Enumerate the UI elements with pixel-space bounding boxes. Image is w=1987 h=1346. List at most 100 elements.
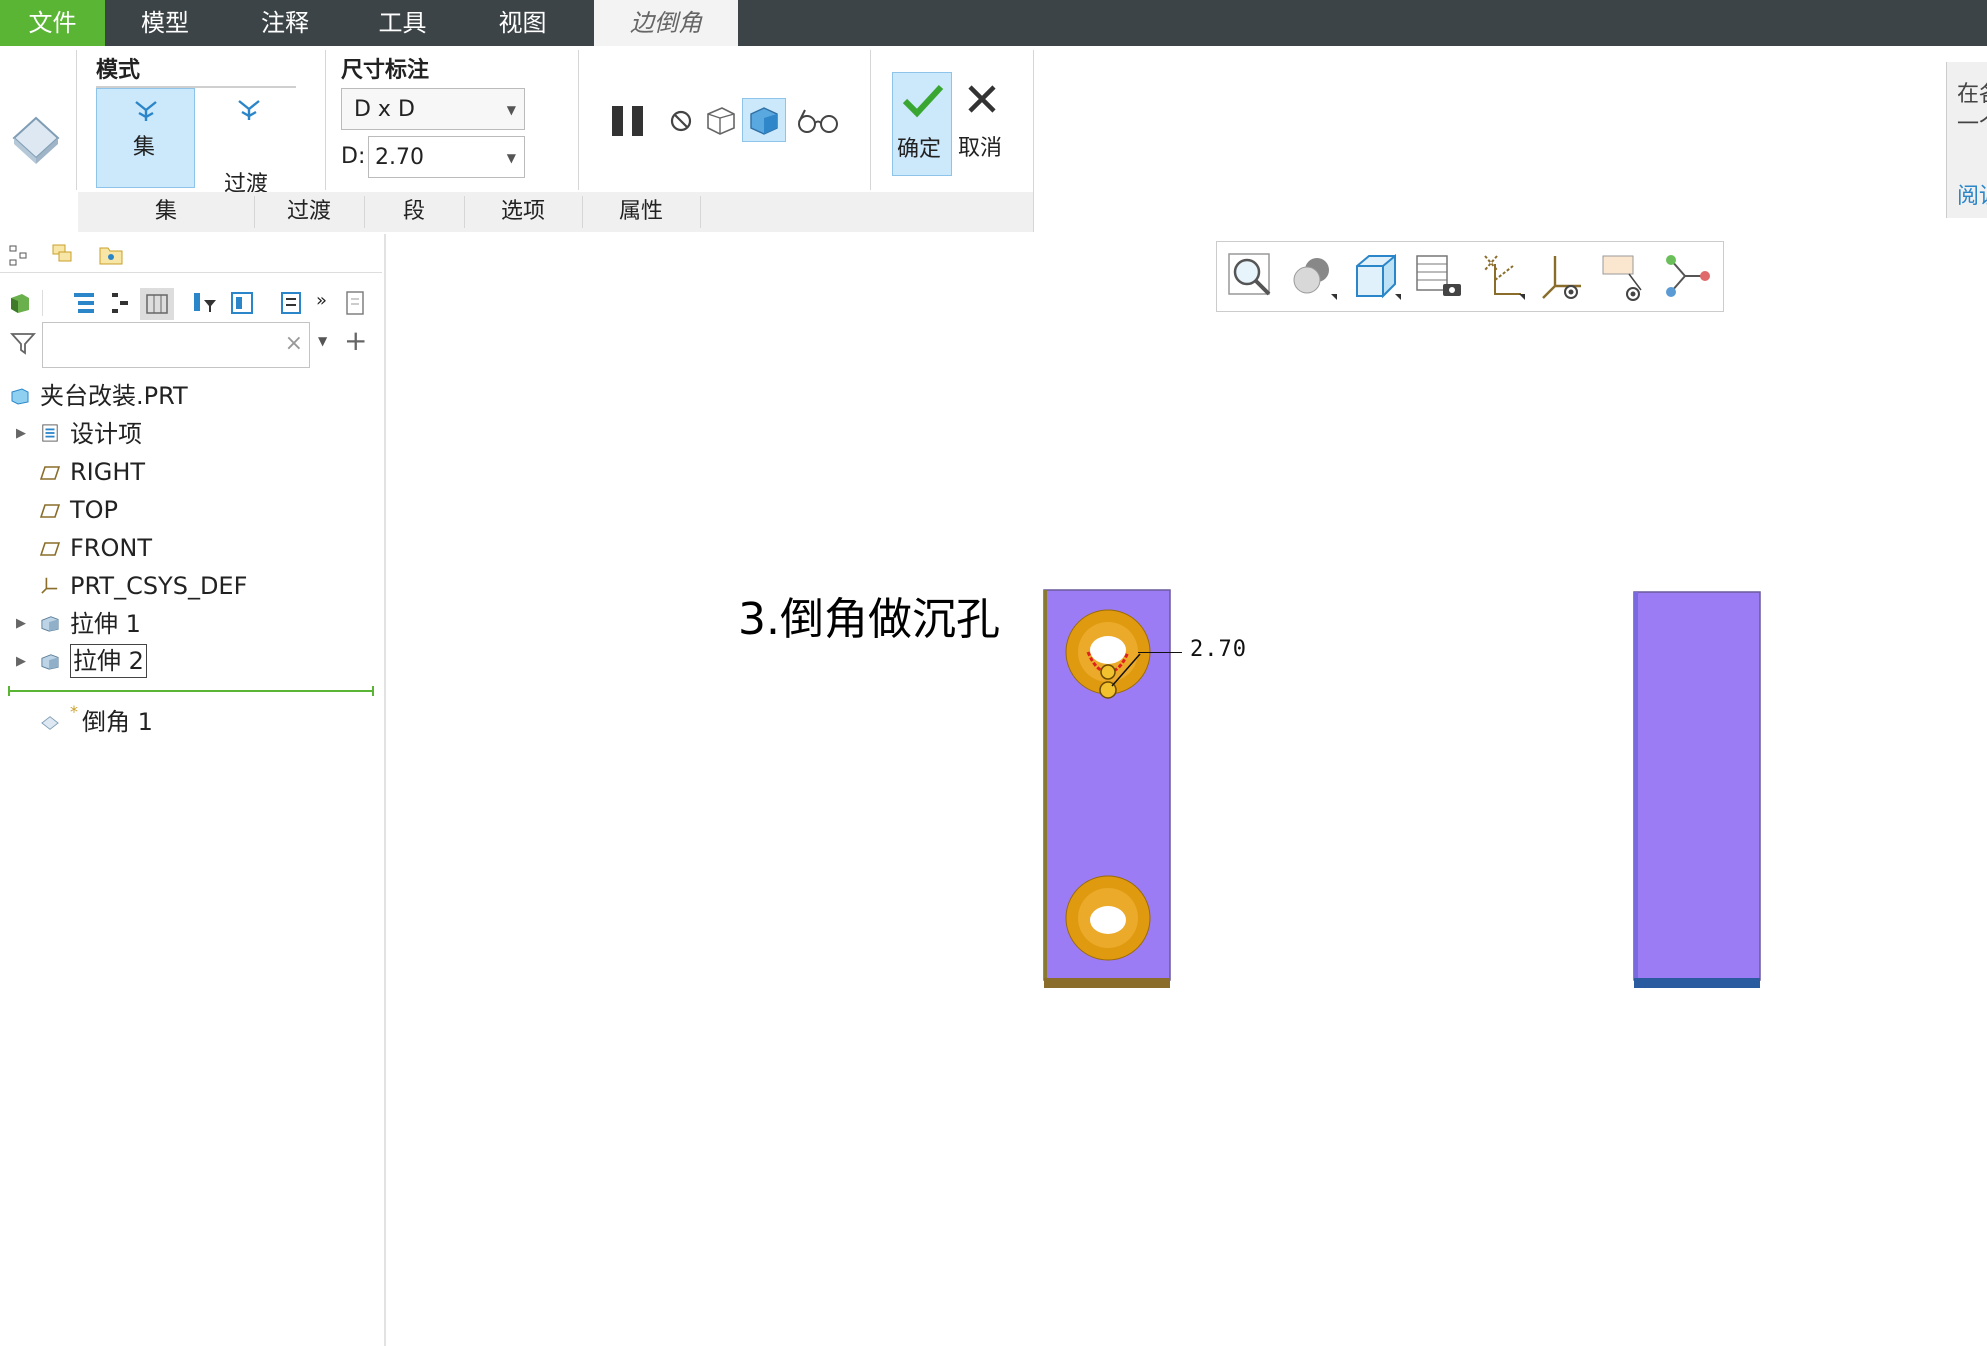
chevron-down-icon: ▼ bbox=[506, 151, 516, 165]
tab-properties[interactable]: 属性 bbox=[582, 192, 700, 232]
tree-display-icon[interactable] bbox=[280, 290, 302, 316]
search-dropdown-icon[interactable]: ▼ bbox=[318, 334, 327, 348]
document-icon[interactable] bbox=[344, 290, 368, 318]
extrude-icon bbox=[41, 654, 59, 670]
tree-columns-toggle[interactable] bbox=[140, 288, 174, 320]
more-chevron-icon[interactable]: » bbox=[316, 290, 327, 311]
view-toolbar bbox=[1216, 241, 1724, 312]
tab-options[interactable]: 选项 bbox=[464, 192, 582, 232]
pause-icon[interactable] bbox=[610, 102, 648, 140]
checkmark-icon bbox=[902, 84, 944, 118]
solid-preview-icon bbox=[750, 107, 778, 135]
cancel-button[interactable]: 取消 bbox=[956, 72, 1012, 176]
dimension-value-label[interactable]: 2.70 bbox=[1190, 637, 1247, 662]
design-items-icon bbox=[42, 424, 58, 442]
tree-root-label: 夹台改装.PRT bbox=[40, 382, 188, 410]
clear-search-icon[interactable]: × bbox=[285, 331, 303, 356]
mode-set-button[interactable]: 集 bbox=[96, 88, 195, 188]
datum-plane-icon bbox=[40, 466, 60, 480]
layers-tab-icon[interactable] bbox=[50, 242, 76, 266]
no-preview-icon[interactable] bbox=[668, 108, 694, 134]
tab-pieces[interactable]: 段 bbox=[364, 192, 464, 232]
tree-item-label: FRONT bbox=[70, 534, 152, 562]
tree-filter-icon[interactable] bbox=[192, 290, 218, 316]
tree-list-icon[interactable] bbox=[72, 290, 96, 316]
tab-edge-chamfer[interactable]: 边倒角 bbox=[594, 0, 738, 46]
spin-center-icon[interactable] bbox=[1661, 250, 1713, 302]
menu-tools[interactable]: 工具 bbox=[350, 0, 455, 46]
d-value-label: D: bbox=[341, 144, 366, 169]
columns-icon bbox=[146, 294, 168, 314]
wireframe-preview-icon[interactable] bbox=[704, 104, 738, 136]
mode-group-label: 模式 bbox=[96, 58, 141, 83]
expand-arrow-icon[interactable]: ▶ bbox=[16, 644, 26, 680]
annotation-title: 3.倒角做沉孔 bbox=[738, 594, 1000, 645]
refit-zoom-icon[interactable] bbox=[1225, 250, 1277, 302]
add-filter-icon[interactable]: + bbox=[344, 324, 367, 357]
dashboard-tabs: 集 过渡 段 选项 属性 bbox=[78, 192, 1033, 232]
menu-model[interactable]: 模型 bbox=[110, 0, 220, 46]
datum-display-filters-icon[interactable] bbox=[1475, 250, 1527, 302]
insert-indicator[interactable] bbox=[10, 690, 374, 692]
ribbon: 模式 集 过渡 尺寸标注 D x D ▼ D: 2.70 ▼ 确定 取消 集 过… bbox=[0, 46, 1987, 235]
chamfer-feature-icon bbox=[12, 116, 60, 164]
dimension-scheme-value: D x D bbox=[354, 97, 415, 122]
tree-settings-icon[interactable] bbox=[230, 290, 256, 316]
tree-item-label: 倒角 1 bbox=[82, 708, 153, 736]
coordinate-system-icon bbox=[41, 577, 58, 594]
csys-display-icon[interactable] bbox=[1537, 250, 1589, 302]
d-value-text: 2.70 bbox=[375, 145, 424, 170]
tree-expand-icon[interactable] bbox=[110, 290, 130, 316]
mode-transition-button[interactable]: 过渡 bbox=[200, 88, 298, 197]
datum-plane-icon bbox=[40, 542, 60, 556]
transition-icon bbox=[238, 100, 260, 120]
tab-sets[interactable]: 集 bbox=[78, 192, 254, 232]
tree-item-label: PRT_CSYS_DEF bbox=[70, 572, 248, 600]
tree-item-label: 拉伸 1 bbox=[70, 610, 141, 638]
menu-bar: 文件 模型 注释 工具 视图 边倒角 bbox=[0, 0, 1987, 46]
part-left-model[interactable] bbox=[1040, 588, 1178, 992]
menu-view[interactable]: 视图 bbox=[465, 0, 580, 46]
dimension-scheme-dropdown[interactable]: D x D ▼ bbox=[341, 88, 525, 130]
d-value-input[interactable]: 2.70 ▼ bbox=[368, 136, 525, 178]
tree-item-label: TOP bbox=[70, 496, 119, 524]
folder-tab-icon[interactable] bbox=[98, 242, 124, 266]
close-icon bbox=[968, 85, 996, 113]
tree-item-label: RIGHT bbox=[70, 458, 146, 486]
confirm-button[interactable]: 确定 bbox=[892, 72, 952, 176]
part-icon bbox=[11, 388, 29, 405]
view-manager-icon[interactable] bbox=[1413, 250, 1465, 302]
model-tree-panel: » × ▼ + 夹台改装.PRT ▶ 设计项 RIGHT TOP FRONT P… bbox=[0, 234, 386, 1346]
tree-item-label: 设计项 bbox=[70, 420, 142, 448]
display-style-icon[interactable] bbox=[1287, 250, 1339, 302]
datum-plane-icon bbox=[40, 504, 60, 518]
cancel-label: 取消 bbox=[958, 136, 1003, 161]
mode-set-label: 集 bbox=[133, 135, 156, 160]
dimension-group-label: 尺寸标注 bbox=[341, 58, 430, 83]
hint-read-link[interactable]: 阅读 bbox=[1957, 178, 1987, 210]
annotation-display-icon[interactable] bbox=[1599, 250, 1651, 302]
part-right-model[interactable] bbox=[1630, 588, 1766, 992]
saved-orientations-icon[interactable] bbox=[1351, 250, 1403, 302]
confirm-label: 确定 bbox=[897, 137, 942, 162]
menu-annotate[interactable]: 注释 bbox=[230, 0, 340, 46]
new-feature-marker: * bbox=[70, 702, 78, 721]
hint-text-2: 一个 bbox=[1957, 112, 1987, 137]
geometry-preview-toggle[interactable] bbox=[742, 98, 786, 142]
model-tree-tab-icon[interactable] bbox=[8, 244, 30, 266]
hint-text-1: 在各 bbox=[1957, 82, 1987, 107]
chamfer-icon bbox=[41, 716, 59, 730]
dimension-leader bbox=[1138, 652, 1182, 653]
expand-arrow-icon[interactable]: ▶ bbox=[16, 606, 26, 642]
glasses-preview-icon[interactable] bbox=[796, 106, 840, 136]
part-display-icon[interactable] bbox=[8, 290, 32, 314]
tree-item-label: 拉伸 2 bbox=[70, 644, 147, 678]
tree-search-input[interactable]: × bbox=[42, 322, 310, 368]
filter-icon bbox=[10, 333, 36, 355]
tab-transitions[interactable]: 过渡 bbox=[254, 192, 364, 232]
menu-file[interactable]: 文件 bbox=[0, 0, 105, 46]
set-icon bbox=[135, 101, 157, 121]
hint-panel: 在各 一个 阅读 bbox=[1946, 62, 1987, 218]
expand-arrow-icon[interactable]: ▶ bbox=[16, 416, 26, 452]
extrude-icon bbox=[41, 616, 59, 632]
